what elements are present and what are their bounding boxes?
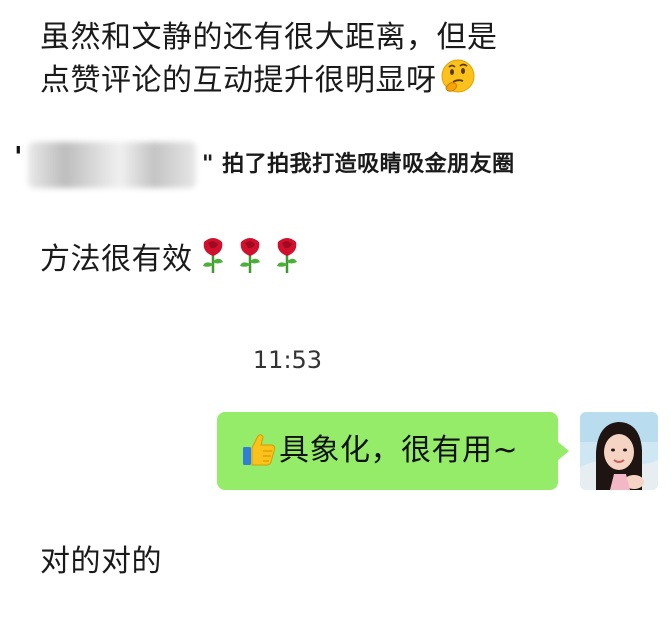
pat-notification-text: " 拍了拍我打造吸睛吸金朋友圈	[202, 152, 515, 177]
outgoing-message-text: 具象化，很有用~	[279, 433, 519, 468]
message-timestamp: 11:53	[252, 346, 323, 374]
rose-icon	[270, 236, 304, 285]
thinking-face-icon	[440, 58, 476, 105]
quote-mark: '	[14, 140, 23, 173]
avatar[interactable]	[580, 412, 658, 490]
incoming-message-2[interactable]: 方法很有效	[40, 236, 304, 285]
thumbs-up-icon	[241, 431, 277, 471]
message-line-2: 点赞评论的互动提升很明显呀	[40, 63, 437, 98]
pat-notification: ' " 拍了拍我打造吸睛吸金朋友圈	[14, 140, 634, 188]
message-text: 对的对的	[40, 544, 162, 579]
message-line-1: 虽然和文静的还有很大距离，但是	[40, 20, 498, 55]
outgoing-message-bubble[interactable]: 具象化，很有用~	[217, 412, 569, 490]
message-text: 方法很有效	[40, 242, 193, 277]
rose-icon	[196, 236, 230, 285]
rose-icon	[233, 236, 267, 285]
blurred-username	[28, 142, 196, 188]
incoming-message-1[interactable]: 虽然和文静的还有很大距离，但是 点赞评论的互动提升很明显呀	[40, 18, 498, 98]
incoming-message-3[interactable]: 对的对的	[40, 542, 162, 582]
